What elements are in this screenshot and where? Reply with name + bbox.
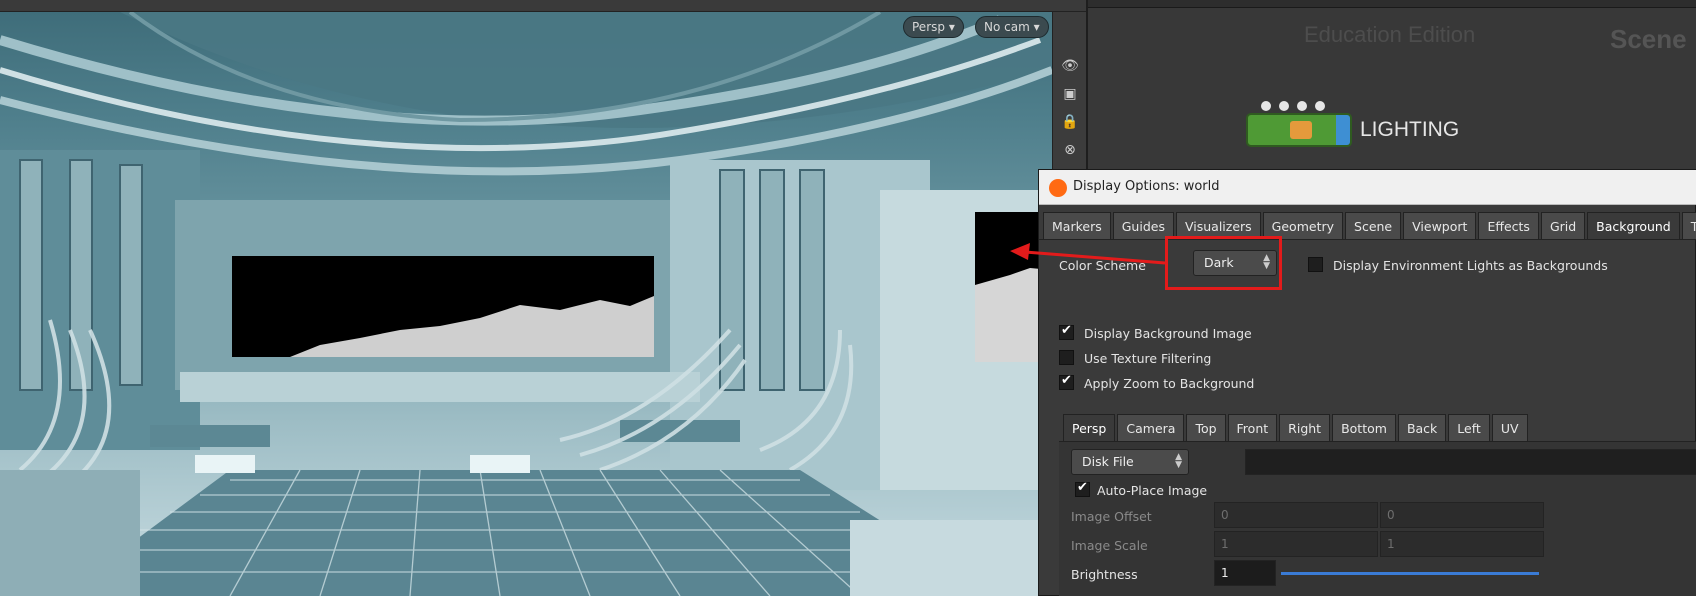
tab-geometry[interactable]: Geometry (1262, 212, 1344, 239)
brightness-label: Brightness (1071, 567, 1138, 582)
node-flag-dot[interactable] (1261, 101, 1271, 111)
persp-menu-button[interactable]: Persp ▾ (903, 16, 964, 38)
view-tabs: Persp Camera Top Front Right Bottom Back… (1063, 414, 1530, 441)
image-offset-label: Image Offset (1071, 509, 1152, 524)
image-scale-label: Image Scale (1071, 538, 1148, 553)
view-tab-bottom[interactable]: Bottom (1332, 414, 1396, 441)
context-label: Scene (1610, 24, 1687, 54)
tab-effects[interactable]: Effects (1478, 212, 1539, 239)
camera-menu-button[interactable]: No cam ▾ (975, 16, 1049, 38)
color-scheme-label: Color Scheme (1059, 258, 1146, 273)
auto-place-label: Auto-Place Image (1097, 483, 1208, 498)
image-source-menu[interactable]: Disk File ▲ ▼ (1071, 449, 1189, 475)
brightness-slider[interactable] (1281, 572, 1539, 575)
image-file-path-field[interactable] (1245, 449, 1696, 475)
updown-arrows-icon: ▲ ▼ (1175, 452, 1182, 470)
node-flag-dot[interactable] (1315, 101, 1325, 111)
tab-visualizers[interactable]: Visualizers (1175, 212, 1261, 239)
texture-filtering-checkbox[interactable] (1059, 350, 1074, 365)
view-background-panel: Disk File ▲▼ Auto-Place Image Image Offs… (1059, 442, 1696, 596)
view-tab-top[interactable]: Top (1186, 414, 1226, 441)
display-bg-image-checkbox[interactable] (1059, 323, 1074, 340)
env-lights-label: Display Environment Lights as Background… (1333, 258, 1608, 273)
color-scheme-highlight-box (1165, 236, 1282, 290)
dialog-title: Display Options: world (1073, 179, 1220, 194)
display-flag[interactable] (1336, 113, 1352, 147)
camera-label: No cam (984, 20, 1030, 34)
display-bg-image-label: Display Background Image (1084, 326, 1252, 341)
tab-scene[interactable]: Scene (1345, 212, 1402, 239)
apply-zoom-label: Apply Zoom to Background (1084, 376, 1255, 391)
lighting-node[interactable] (1246, 113, 1352, 147)
view-tab-front[interactable]: Front (1227, 414, 1278, 441)
view-tab-persp[interactable]: Persp (1063, 414, 1116, 441)
subnet-node-icon (1290, 121, 1312, 139)
visibility-eye-icon[interactable]: 👁 (1060, 56, 1080, 76)
close-circle-icon[interactable]: ⊗ (1060, 140, 1080, 160)
view-tab-back[interactable]: Back (1397, 414, 1447, 441)
image-offset-x-field[interactable]: 0 (1214, 502, 1378, 528)
env-lights-checkbox[interactable] (1308, 257, 1323, 272)
dialog-title-bar[interactable]: Display Options: world (1039, 170, 1696, 205)
tab-background[interactable]: Background (1587, 212, 1680, 239)
lock-icon[interactable]: 🔒 (1060, 112, 1080, 132)
brightness-field[interactable]: 1 (1214, 560, 1276, 586)
viewport-top-bar (0, 0, 1086, 12)
tab-grid[interactable]: Grid (1540, 212, 1586, 239)
display-options-dialog: Display Options: world Markers Guides Vi… (1038, 169, 1696, 596)
display-options-icon[interactable]: ▣ (1060, 84, 1080, 104)
tab-guides[interactable]: Guides (1112, 212, 1174, 239)
network-top-strip (1088, 0, 1696, 8)
persp-label: Persp (912, 20, 945, 34)
scene-render (0, 10, 1052, 596)
tab-texture[interactable]: Texture (1681, 212, 1696, 239)
scene-viewport[interactable]: Persp ▾ No cam ▾ (0, 0, 1052, 596)
node-flag-dot[interactable] (1297, 101, 1307, 111)
texture-filtering-label: Use Texture Filtering (1084, 351, 1212, 366)
node-flag-dot[interactable] (1279, 101, 1289, 111)
view-tab-uv[interactable]: UV (1491, 414, 1528, 441)
view-tab-camera[interactable]: Camera (1117, 414, 1185, 441)
auto-place-checkbox[interactable] (1075, 480, 1090, 497)
houdini-logo-icon (1049, 179, 1067, 197)
image-source-value: Disk File (1082, 454, 1134, 469)
view-tab-left[interactable]: Left (1448, 414, 1490, 441)
screen: Persp ▾ No cam ▾ 👁 ▣ 🔒 ⊗ Education Editi… (0, 0, 1696, 596)
image-scale-y-field[interactable]: 1 (1380, 531, 1544, 557)
tab-markers[interactable]: Markers (1043, 212, 1111, 239)
node-name-label: LIGHTING (1360, 118, 1460, 141)
display-options-tabs: Markers Guides Visualizers Geometry Scen… (1043, 212, 1696, 239)
education-edition-watermark: Education Edition (1304, 22, 1476, 47)
image-scale-x-field[interactable]: 1 (1214, 531, 1378, 557)
image-offset-y-field[interactable]: 0 (1380, 502, 1544, 528)
apply-zoom-checkbox[interactable] (1059, 373, 1074, 390)
tab-viewport[interactable]: Viewport (1403, 212, 1477, 239)
view-tab-right[interactable]: Right (1279, 414, 1331, 441)
tab-divider (1039, 239, 1696, 240)
